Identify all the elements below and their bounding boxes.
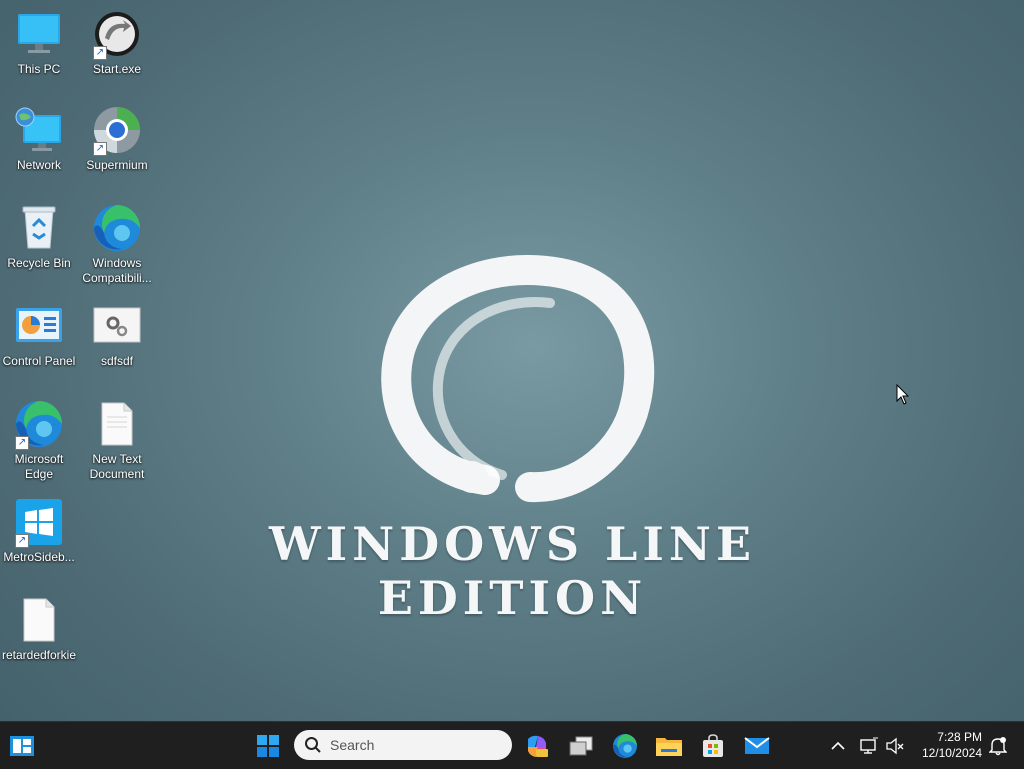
desktop-icon-label: Control Panel	[2, 354, 76, 368]
monitor-icon	[13, 8, 65, 60]
desktop-icon-supermium[interactable]: ↗ Supermium	[79, 104, 155, 173]
desktop-icon-this-pc[interactable]: This PC	[1, 8, 77, 77]
wallpaper-caption: WINDOWS LINE EDITION	[268, 517, 757, 625]
desktop-icon-retardedforkie[interactable]: retardedforkie	[1, 594, 77, 663]
task-view-button[interactable]	[563, 728, 599, 764]
shortcut-arrow-icon: ↗	[15, 534, 29, 548]
desktop-icon-network[interactable]: Network	[1, 104, 77, 173]
desktop-icon-label: This PC	[17, 62, 61, 76]
start-button[interactable]	[250, 728, 286, 764]
desktop-icon-label: Supermium	[86, 158, 148, 172]
wallpaper-logo: WINDOWS LINE EDITION	[240, 255, 785, 625]
shortcut-arrow-icon: ↗	[93, 142, 107, 156]
widgets-button[interactable]	[4, 728, 40, 764]
search-box[interactable]: Search	[294, 730, 512, 760]
text-document-icon	[13, 594, 65, 646]
network-status-icon	[860, 737, 878, 754]
taskbar: Search 7:28 PM 12/10/2024	[0, 721, 1024, 769]
desktop-icon-sdfsdf[interactable]: sdfsdf	[79, 300, 155, 369]
widgets-icon	[10, 736, 34, 756]
mail-icon	[744, 737, 770, 754]
task-view-icon	[569, 736, 593, 756]
copilot-icon	[528, 735, 548, 757]
mail-button[interactable]	[739, 728, 775, 764]
desktop-icon-label: New Text Document	[89, 452, 145, 481]
file-explorer-icon	[656, 738, 682, 756]
notifications-button[interactable]	[986, 728, 1010, 764]
desktop-icon-microsoft-edge[interactable]: ↗ Microsoft Edge	[1, 398, 77, 482]
network-icon	[13, 104, 65, 156]
desktop-icon-label: retardedforkie	[1, 648, 77, 662]
settings-file-icon	[91, 300, 143, 352]
desktop-icon-label: Start.exe	[92, 62, 142, 76]
control-panel-icon	[13, 300, 65, 352]
show-hidden-icons-button[interactable]	[826, 728, 850, 764]
desktop-icon-label: MetroSideb...	[3, 550, 75, 564]
store-button[interactable]	[695, 728, 731, 764]
desktop-icon-label: Network	[16, 158, 61, 172]
desktop-icon-metrosidebar[interactable]: ↗ MetroSideb...	[1, 496, 77, 565]
desktop-icon-label: sdfsdf	[100, 354, 133, 368]
file-explorer-button[interactable]	[651, 728, 687, 764]
chevron-up-icon	[831, 741, 845, 750]
edge-icon	[613, 734, 637, 758]
volume-tray-button[interactable]	[883, 728, 907, 764]
clock-date: 12/10/2024	[921, 746, 982, 760]
text-document-icon	[91, 398, 143, 450]
supermium-icon: ↗	[91, 104, 143, 156]
enso-circle-graphic	[381, 255, 655, 503]
desktop-icon-label: Recycle Bin	[7, 256, 71, 270]
desktop-icon-new-text-document[interactable]: New Text Document	[79, 398, 155, 482]
desktop-icon-recycle-bin[interactable]: Recycle Bin	[1, 202, 77, 271]
edge-icon	[91, 202, 143, 254]
store-icon	[703, 734, 723, 757]
volume-muted-icon	[886, 737, 904, 755]
search-icon	[305, 737, 321, 753]
clock-time: 7:28 PM	[937, 730, 982, 744]
recycle-bin-icon	[13, 202, 65, 254]
desktop-icon-start-exe[interactable]: ↗ Start.exe	[79, 8, 155, 77]
shortcut-arrow-icon: ↗	[93, 46, 107, 60]
desktop[interactable]: This PC Network Recycle Bin Control Pane…	[0, 0, 1024, 721]
copilot-button[interactable]	[519, 728, 555, 764]
desktop-icon-label: Microsoft Edge	[14, 452, 64, 481]
edge-taskbar-button[interactable]	[607, 728, 643, 764]
desktop-icon-windows-compatibility[interactable]: Windows Compatibili...	[79, 202, 155, 286]
notification-bell-icon	[989, 737, 1007, 756]
network-tray-button[interactable]	[857, 728, 881, 764]
metro-sidebar-icon: ↗	[13, 496, 65, 548]
clock[interactable]: 7:28 PM 12/10/2024	[922, 729, 982, 761]
mouse-cursor-icon	[896, 383, 910, 411]
windows-logo-icon	[257, 735, 279, 757]
shortcut-arrow-icon: ↗	[15, 436, 29, 450]
desktop-icon-label: Windows Compatibili...	[82, 256, 152, 285]
edge-icon: ↗	[13, 398, 65, 450]
search-placeholder: Search	[330, 737, 375, 753]
desktop-icon-control-panel[interactable]: Control Panel	[1, 300, 77, 369]
start-exe-icon: ↗	[91, 8, 143, 60]
